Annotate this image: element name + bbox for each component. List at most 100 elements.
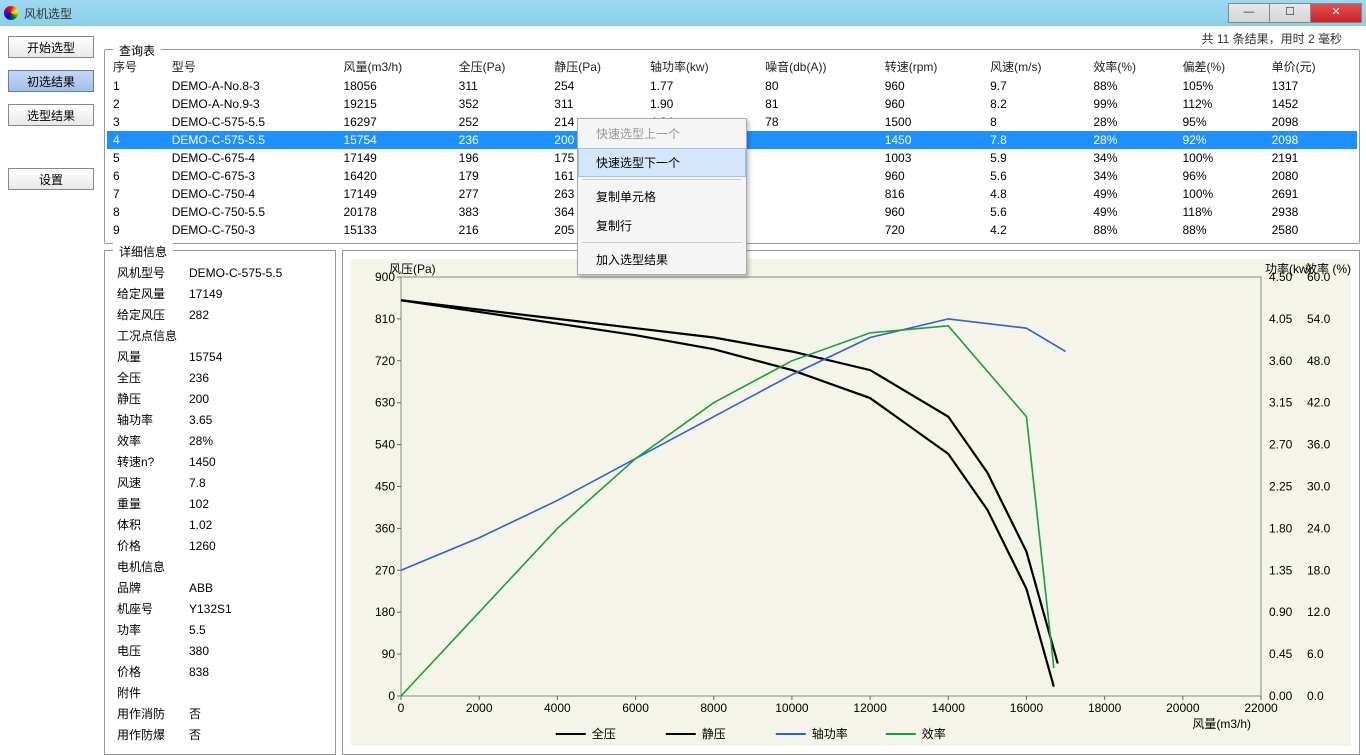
svg-text:8000: 8000 [700,701,727,715]
detail-row: 功率5.5 [115,620,325,639]
status-text: 共 11 条结果，用时 2 毫秒 [104,26,1360,49]
svg-text:3.60: 3.60 [1269,354,1293,368]
detail-row: 价格1260 [115,536,325,555]
ctx-copy-cell[interactable]: 复制单元格 [578,182,746,211]
col-header[interactable]: 静压(Pa) [548,56,644,77]
detail-row: 风机型号DEMO-C-575-5.5 [115,263,325,282]
svg-text:24.0: 24.0 [1307,521,1331,535]
table-row[interactable]: 2DEMO-A-No.9-3192153523111.90819608.299%… [107,95,1357,113]
detail-row: 品牌ABB [115,578,325,597]
col-header[interactable]: 型号 [166,56,338,77]
svg-text:48.0: 48.0 [1307,354,1331,368]
table-tab-label: 查询表 [113,42,161,59]
svg-text:270: 270 [375,563,395,577]
svg-text:36.0: 36.0 [1307,438,1331,452]
col-header[interactable]: 转速(rpm) [879,56,984,77]
detail-row: 电机信息 [115,557,325,576]
ctx-copy-row[interactable]: 复制行 [578,211,746,240]
detail-row: 静压200 [115,389,325,408]
svg-text:4000: 4000 [544,701,571,715]
sidebar: 开始选型 初选结果 选型结果 设置 [0,26,104,728]
app-icon [4,6,18,20]
svg-text:12000: 12000 [853,701,887,715]
preliminary-results-button[interactable]: 初选结果 [8,70,94,92]
col-header[interactable]: 单价(元) [1266,56,1357,77]
svg-text:540: 540 [375,438,395,452]
svg-text:全压: 全压 [592,726,616,741]
svg-text:0: 0 [398,701,405,715]
ctx-next[interactable]: 快速选型下一个 [578,148,746,177]
selection-results-button[interactable]: 选型结果 [8,104,94,126]
svg-text:18.0: 18.0 [1307,563,1331,577]
svg-text:810: 810 [375,312,395,326]
svg-text:10000: 10000 [775,701,809,715]
detail-row: 体积1.02 [115,515,325,534]
ctx-add-to-selection[interactable]: 加入选型结果 [578,245,746,274]
detail-row: 给定风压282 [115,305,325,324]
ctx-prev: 快速选型上一个 [578,119,746,148]
settings-button[interactable]: 设置 [8,168,94,190]
svg-text:16000: 16000 [1010,701,1044,715]
svg-text:0.90: 0.90 [1269,605,1293,619]
svg-text:0.45: 0.45 [1269,647,1293,661]
svg-text:静压: 静压 [702,727,726,741]
detail-table: 风机型号DEMO-C-575-5.5 给定风量17149 给定风压282 工况点信息风… [113,261,327,746]
detail-row: 用作消防否 [115,704,325,723]
col-header[interactable]: 效率(%) [1087,56,1176,77]
detail-tab-label: 详细信息 [113,243,173,260]
table-row[interactable]: 1DEMO-A-No.8-3180563112541.77809609.788%… [107,77,1357,95]
svg-text:0.0: 0.0 [1307,689,1324,703]
detail-row: 工况点信息 [115,326,325,345]
window-title: 风机选型 [24,5,72,22]
svg-text:22000: 22000 [1244,701,1278,715]
detail-row: 附件 [115,683,325,702]
context-menu: 快速选型上一个 快速选型下一个 复制单元格 复制行 加入选型结果 [577,118,747,275]
svg-text:6.0: 6.0 [1307,647,1324,661]
col-header[interactable]: 轴功率(kw) [644,56,759,77]
col-header[interactable]: 风速(m/s) [984,56,1087,77]
detail-row: 全压236 [115,368,325,387]
svg-text:3.15: 3.15 [1269,396,1293,410]
svg-text:效率 (%): 效率 (%) [1305,261,1351,276]
col-header[interactable]: 偏差(%) [1176,56,1265,77]
svg-text:轴功率: 轴功率 [812,726,848,741]
detail-row: 效率28% [115,431,325,450]
svg-text:0.00: 0.00 [1269,689,1293,703]
detail-row: 轴功率3.65 [115,410,325,429]
maximize-button[interactable]: ☐ [1269,3,1311,23]
detail-row: 重量102 [115,494,325,513]
chart-frame: 0200040006000800010000120001400016000180… [342,250,1360,755]
performance-chart: 0200040006000800010000120001400016000180… [351,259,1351,746]
svg-text:12.0: 12.0 [1307,605,1331,619]
svg-text:2000: 2000 [466,701,493,715]
svg-text:720: 720 [375,354,395,368]
svg-text:54.0: 54.0 [1307,312,1331,326]
detail-row: 价格838 [115,662,325,681]
titlebar: 风机选型 — ☐ ✕ [0,0,1366,26]
svg-text:风量(m3/h): 风量(m3/h) [1192,717,1251,731]
results-table-frame: 查询表 序号型号风量(m3/h)全压(Pa)静压(Pa)轴功率(kw)噪音(db… [104,49,1360,244]
start-selection-button[interactable]: 开始选型 [8,36,94,58]
svg-text:1.80: 1.80 [1269,521,1293,535]
detail-row: 机座号Y132S1 [115,599,325,618]
col-header[interactable]: 噪音(db(A)) [759,56,879,77]
detail-row: 转速n?1450 [115,452,325,471]
svg-text:42.0: 42.0 [1307,396,1331,410]
col-header[interactable]: 风量(m3/h) [337,56,452,77]
svg-text:4.05: 4.05 [1269,312,1293,326]
svg-text:1.35: 1.35 [1269,563,1293,577]
detail-row: 风量15754 [115,347,325,366]
detail-row: 风速7.8 [115,473,325,492]
svg-text:30.0: 30.0 [1307,480,1331,494]
minimize-button[interactable]: — [1228,3,1270,23]
col-header[interactable]: 全压(Pa) [453,56,549,77]
svg-text:360: 360 [375,521,395,535]
svg-text:14000: 14000 [932,701,966,715]
svg-text:风压(Pa): 风压(Pa) [389,262,436,276]
close-button[interactable]: ✕ [1310,3,1362,23]
detail-row: 给定风量17149 [115,284,325,303]
svg-text:6000: 6000 [622,701,649,715]
col-header[interactable]: 序号 [107,56,166,77]
svg-text:2.25: 2.25 [1269,480,1293,494]
svg-text:90: 90 [382,647,396,661]
